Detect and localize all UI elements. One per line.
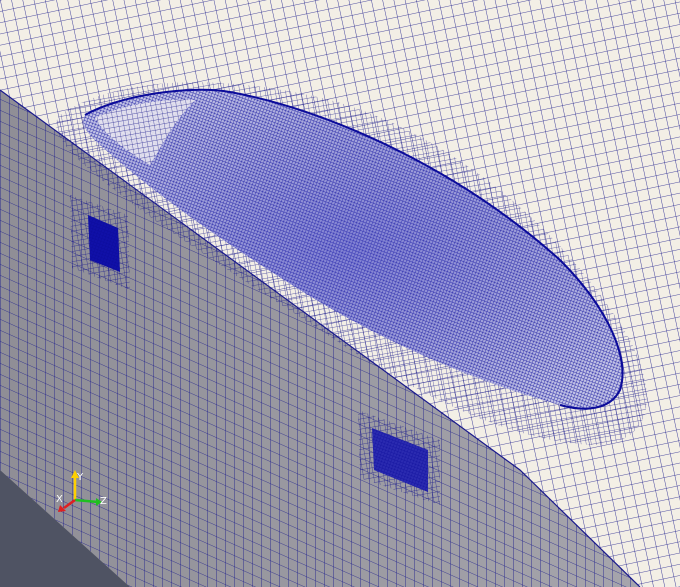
axis-x-label: X <box>56 494 63 505</box>
axis-y-label: Y <box>76 472 84 483</box>
mesh-render: Y Z X <box>0 0 680 587</box>
axis-z-label: Z <box>100 496 107 507</box>
3d-viewport[interactable]: Y Z X <box>0 0 680 587</box>
